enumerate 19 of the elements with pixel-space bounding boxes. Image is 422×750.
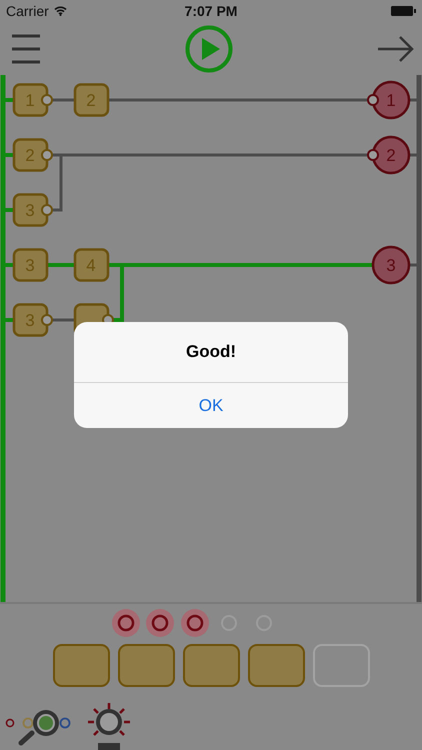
battery-icon (390, 6, 416, 16)
clock-time: 7:07 PM (184, 3, 238, 19)
arrow-right-icon[interactable] (378, 36, 414, 62)
wire[interactable] (107, 263, 375, 267)
output-node[interactable]: 2 (372, 136, 410, 174)
output-node[interactable]: 3 (372, 246, 410, 284)
gate-slot[interactable] (248, 644, 304, 687)
gate-slot[interactable] (182, 644, 240, 687)
alert-title: Good! (74, 322, 348, 383)
wifi-icon (54, 6, 67, 16)
gate-slot[interactable] (312, 644, 370, 687)
play-button[interactable] (185, 24, 233, 72)
menu-icon[interactable] (12, 34, 40, 64)
carrier-label: Carrier (6, 3, 49, 19)
gate-slot[interactable] (118, 644, 174, 687)
gate-slot[interactable] (52, 644, 110, 687)
wire[interactable] (52, 154, 62, 212)
output-node[interactable]: 1 (372, 80, 410, 120)
ok-button[interactable]: OK (74, 383, 348, 428)
